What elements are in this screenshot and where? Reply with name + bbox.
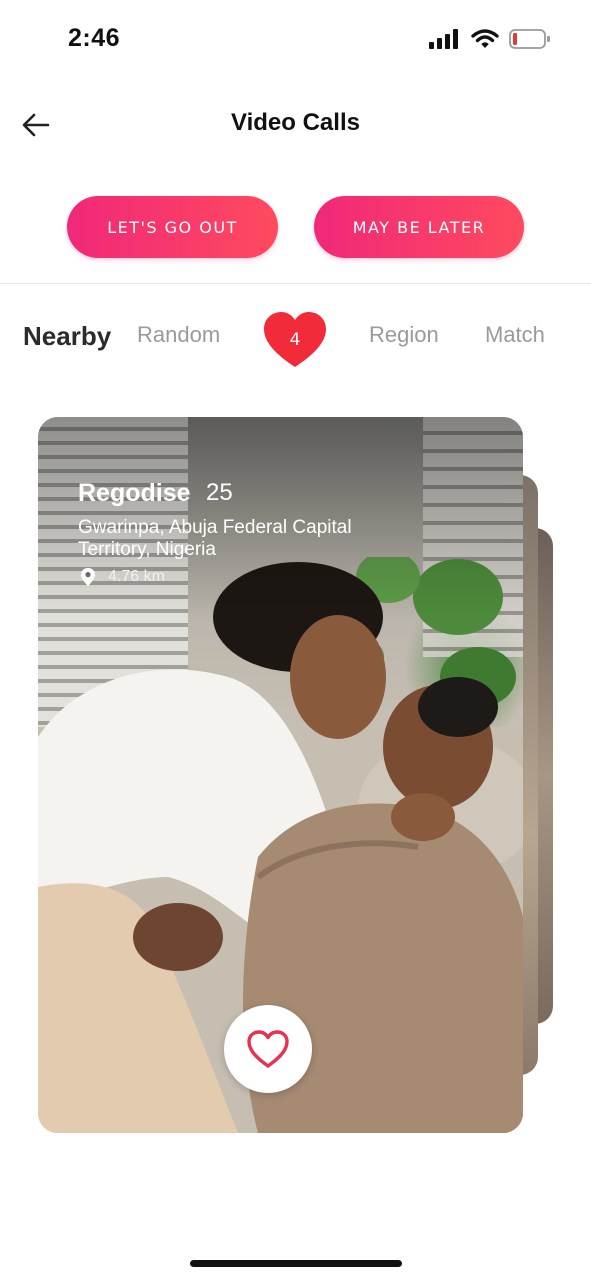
tab-region[interactable]: Region — [369, 322, 439, 348]
filter-tabs: Nearby Random 4 Region Match — [0, 308, 591, 368]
divider — [0, 283, 591, 284]
status-bar: 2:46 — [0, 0, 591, 80]
tab-random[interactable]: Random — [137, 322, 220, 348]
page-title: Video Calls — [231, 109, 360, 136]
badge-count: 4 — [289, 330, 301, 350]
status-time: 2:46 — [68, 24, 121, 52]
tab-match[interactable]: Match — [485, 322, 545, 348]
heart-icon — [247, 1030, 289, 1068]
action-buttons: LET'S GO OUT MAY BE LATER — [0, 196, 591, 260]
maybe-later-button[interactable]: MAY BE LATER — [314, 196, 524, 258]
profile-card[interactable]: Regodise 25 Gwarinpa, Abuja Federal Capi… — [38, 417, 523, 1133]
like-button[interactable] — [224, 1005, 312, 1093]
lets-go-out-button[interactable]: LET'S GO OUT — [67, 196, 278, 258]
header: Video Calls — [0, 95, 591, 155]
likes-badge[interactable]: 4 — [262, 310, 328, 370]
profile-age: 25 — [206, 479, 233, 506]
distance-value: 4.76 km — [108, 568, 165, 585]
location-pin-icon — [81, 568, 95, 586]
battery-icon — [509, 28, 551, 54]
signal-icon — [429, 29, 461, 53]
tab-nearby[interactable]: Nearby — [23, 321, 111, 352]
wifi-icon — [471, 29, 499, 53]
profile-distance-row: 4.76 km — [80, 567, 165, 587]
profile-location: Gwarinpa, Abuja Federal Capital Territor… — [78, 517, 352, 560]
system-icons — [429, 28, 551, 54]
profile-name: Regodise — [78, 479, 191, 507]
home-indicator — [190, 1260, 402, 1267]
